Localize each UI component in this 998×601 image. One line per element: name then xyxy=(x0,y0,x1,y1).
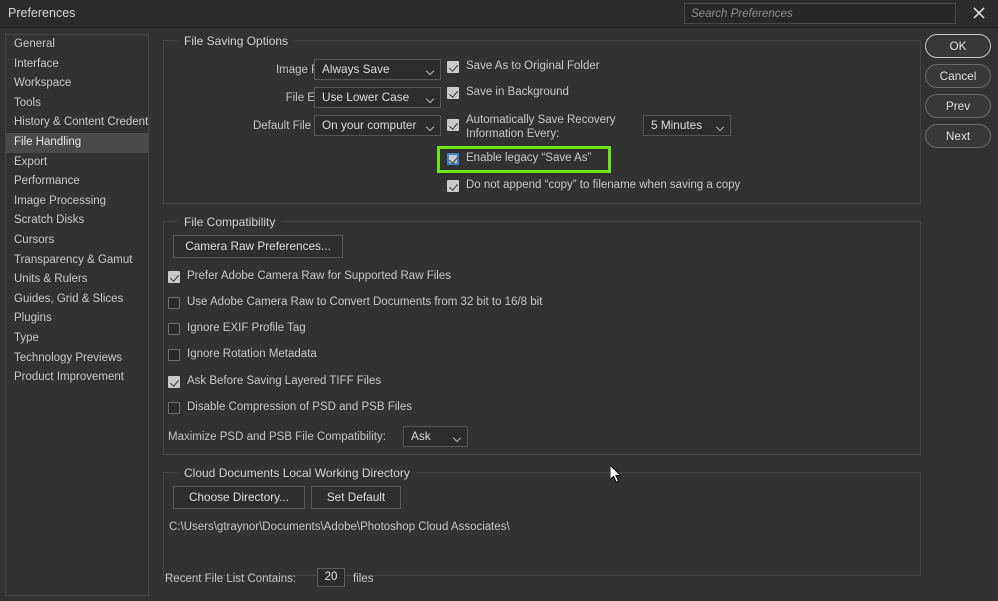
file-extension-dropdown[interactable]: Use Lower Case xyxy=(314,87,441,108)
do-not-append-copy-checkbox[interactable] xyxy=(447,180,459,192)
sidebar-item-transparency-gamut[interactable]: Transparency & Gamut xyxy=(6,251,148,271)
enable-legacy-save-as-checkbox[interactable] xyxy=(447,153,459,165)
sidebar-item-cursors[interactable]: Cursors xyxy=(6,231,148,251)
prefer-camera-raw-checkbox[interactable] xyxy=(168,271,180,283)
prefer-camera-raw-label: Prefer Adobe Camera Raw for Supported Ra… xyxy=(187,269,451,283)
sidebar-item-export[interactable]: Export xyxy=(6,153,148,173)
sidebar-item-interface[interactable]: Interface xyxy=(6,55,148,75)
ignore-rotation-metadata-label: Ignore Rotation Metadata xyxy=(187,347,317,361)
default-file-location-dropdown[interactable]: On your computer xyxy=(314,115,441,136)
sidebar-item-history-content-credentials[interactable]: History & Content Credentials xyxy=(6,113,148,133)
sidebar-item-general[interactable]: General xyxy=(6,35,148,55)
search-preferences-field[interactable] xyxy=(684,3,956,24)
save-as-to-original-folder-checkbox[interactable] xyxy=(447,61,459,73)
image-previews-dropdown[interactable]: Always Save xyxy=(314,59,441,80)
chevron-down-icon xyxy=(717,124,724,128)
save-in-background-checkbox[interactable] xyxy=(447,87,459,99)
convert-32bit-checkbox[interactable] xyxy=(168,297,180,309)
disable-compression-psd-psb-checkbox[interactable] xyxy=(168,402,180,414)
preferences-category-list[interactable]: General Interface Workspace Tools Histor… xyxy=(5,34,149,596)
autosave-interval-dropdown[interactable]: 5 Minutes xyxy=(643,115,731,136)
default-file-location-value: On your computer xyxy=(322,118,416,132)
sidebar-item-performance[interactable]: Performance xyxy=(6,172,148,192)
cancel-button[interactable]: Cancel xyxy=(925,64,991,88)
dialog-action-buttons: OK Cancel Prev Next xyxy=(925,34,993,154)
recent-file-list-label: Recent File List Contains: xyxy=(165,573,296,585)
chevron-down-icon xyxy=(427,124,434,128)
sidebar-item-guides-grid-slices[interactable]: Guides, Grid & Slices xyxy=(6,290,148,310)
maximize-compatibility-value: Ask xyxy=(411,429,431,443)
sidebar-item-scratch-disks[interactable]: Scratch Disks xyxy=(6,211,148,231)
recent-file-list-suffix: files xyxy=(353,573,373,585)
auto-save-recovery-label-line2: Information Every: xyxy=(466,127,616,141)
cloud-documents-legend: Cloud Documents Local Working Directory xyxy=(178,466,416,480)
sidebar-item-product-improvement[interactable]: Product Improvement xyxy=(6,368,148,388)
disable-compression-psd-psb-label: Disable Compression of PSD and PSB Files xyxy=(187,400,412,414)
close-icon[interactable] xyxy=(968,2,990,24)
save-as-to-original-folder-label: Save As to Original Folder xyxy=(466,59,600,73)
ask-before-saving-layered-tiff-checkbox[interactable] xyxy=(168,376,180,388)
sidebar-item-units-rulers[interactable]: Units & Rulers xyxy=(6,270,148,290)
ok-button[interactable]: OK xyxy=(925,34,991,58)
recent-file-list-input[interactable]: 20 xyxy=(317,568,345,587)
image-previews-value: Always Save xyxy=(322,62,390,76)
autosave-interval-value: 5 Minutes xyxy=(651,118,702,132)
next-button[interactable]: Next xyxy=(925,124,991,148)
maximize-compatibility-label: Maximize PSD and PSB File Compatibility: xyxy=(168,431,386,443)
camera-raw-preferences-button[interactable]: Camera Raw Preferences... xyxy=(173,235,343,258)
enable-legacy-save-as-label: Enable legacy “Save As” xyxy=(466,151,591,165)
sidebar-item-workspace[interactable]: Workspace xyxy=(6,74,148,94)
maximize-compatibility-dropdown[interactable]: Ask xyxy=(403,426,468,447)
file-saving-options-legend: File Saving Options xyxy=(178,34,294,48)
chevron-down-icon xyxy=(427,96,434,100)
sidebar-item-type[interactable]: Type xyxy=(6,329,148,349)
ask-before-saving-layered-tiff-label: Ask Before Saving Layered TIFF Files xyxy=(187,374,381,388)
window-title: Preferences xyxy=(8,6,75,20)
ignore-rotation-metadata-checkbox[interactable] xyxy=(168,349,180,361)
auto-save-recovery-checkbox[interactable] xyxy=(447,119,459,131)
prev-button[interactable]: Prev xyxy=(925,94,991,118)
sidebar-item-tools[interactable]: Tools xyxy=(6,94,148,114)
chevron-down-icon xyxy=(427,68,434,72)
sidebar-item-plugins[interactable]: Plugins xyxy=(6,309,148,329)
file-compatibility-legend: File Compatibility xyxy=(178,215,281,229)
sidebar-item-image-processing[interactable]: Image Processing xyxy=(6,192,148,212)
sidebar-item-technology-previews[interactable]: Technology Previews xyxy=(6,349,148,369)
set-default-button[interactable]: Set Default xyxy=(311,486,401,509)
preferences-main-panel: File Saving Options Image Previews: Alwa… xyxy=(155,31,921,596)
sidebar-item-file-handling[interactable]: File Handling xyxy=(6,133,148,153)
ignore-exif-profile-tag-label: Ignore EXIF Profile Tag xyxy=(187,321,306,335)
chevron-down-icon xyxy=(454,435,461,439)
auto-save-recovery-label: Automatically Save Recovery Information … xyxy=(466,113,616,141)
do-not-append-copy-label: Do not append “copy” to filename when sa… xyxy=(466,178,740,192)
auto-save-recovery-label-line1: Automatically Save Recovery xyxy=(466,114,616,126)
convert-32bit-label: Use Adobe Camera Raw to Convert Document… xyxy=(187,295,542,309)
title-bar: Preferences xyxy=(0,0,998,28)
file-extension-value: Use Lower Case xyxy=(322,90,409,104)
save-in-background-label: Save in Background xyxy=(466,85,569,99)
choose-directory-button[interactable]: Choose Directory... xyxy=(173,486,305,509)
ignore-exif-profile-tag-checkbox[interactable] xyxy=(168,323,180,335)
search-input[interactable] xyxy=(685,4,955,23)
cloud-working-directory-path: C:\Users\gtraynor\Documents\Adobe\Photos… xyxy=(169,521,510,533)
